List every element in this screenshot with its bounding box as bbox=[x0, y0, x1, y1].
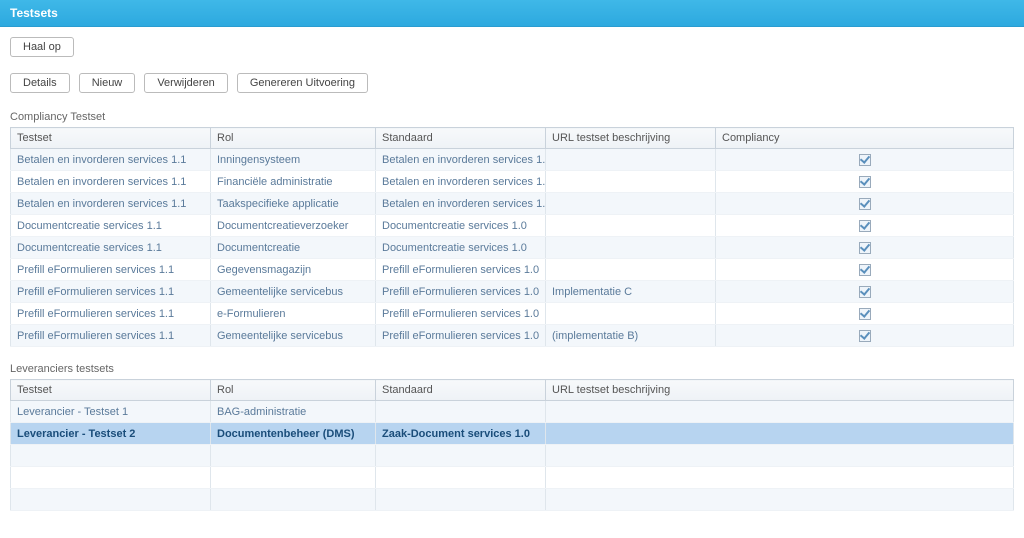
table-row[interactable]: Documentcreatie services 1.1Documentcrea… bbox=[11, 237, 1014, 259]
table-row[interactable]: Prefill eFormulieren services 1.1Gemeent… bbox=[11, 281, 1014, 303]
cell-testset: Betalen en invorderen services 1.1 bbox=[11, 193, 211, 215]
col-header-url[interactable]: URL testset beschrijving bbox=[546, 128, 716, 149]
cell-standaard: Prefill eFormulieren services 1.0 bbox=[376, 259, 546, 281]
compliancy-checkbox[interactable] bbox=[859, 154, 871, 166]
cell-rol: e-Formulieren bbox=[211, 303, 376, 325]
cell-url bbox=[546, 193, 716, 215]
table-row[interactable]: Prefill eFormulieren services 1.1Gemeent… bbox=[11, 325, 1014, 347]
table-row-empty bbox=[11, 445, 1014, 467]
compliancy-checkbox[interactable] bbox=[859, 330, 871, 342]
cell-url bbox=[546, 237, 716, 259]
table-row-empty bbox=[11, 489, 1014, 511]
cell-standaard: Prefill eFormulieren services 1.0 bbox=[376, 325, 546, 347]
cell-standaard: Documentcreatie services 1.0 bbox=[376, 237, 546, 259]
compliancy-checkbox[interactable] bbox=[859, 242, 871, 254]
cell-compliancy bbox=[716, 237, 1014, 259]
cell-standaard: Zaak-Document services 1.0 bbox=[376, 423, 546, 445]
compliancy-checkbox[interactable] bbox=[859, 176, 871, 188]
cell-url: Implementatie C bbox=[546, 281, 716, 303]
page-header: Testsets bbox=[0, 0, 1024, 27]
cell-compliancy bbox=[716, 171, 1014, 193]
table-row[interactable]: Leverancier - Testset 1BAG-administratie bbox=[11, 401, 1014, 423]
cell-compliancy bbox=[716, 149, 1014, 171]
col-header-standaard[interactable]: Standaard bbox=[376, 380, 546, 401]
cell-standaard: Betalen en invorderen services 1.0 bbox=[376, 171, 546, 193]
cell-testset: Betalen en invorderen services 1.1 bbox=[11, 149, 211, 171]
cell-rol: Financiële administratie bbox=[211, 171, 376, 193]
cell-rol: Taakspecifieke applicatie bbox=[211, 193, 376, 215]
cell-testset: Betalen en invorderen services 1.1 bbox=[11, 171, 211, 193]
cell-rol: BAG-administratie bbox=[211, 401, 376, 423]
cell-standaard: Betalen en invorderen services 1.0 bbox=[376, 149, 546, 171]
cell-rol: Gegevensmagazijn bbox=[211, 259, 376, 281]
cell-rol: Gemeentelijke servicebus bbox=[211, 281, 376, 303]
cell-compliancy bbox=[716, 281, 1014, 303]
table-row[interactable]: Betalen en invorderen services 1.1Inning… bbox=[11, 149, 1014, 171]
cell-rol: Documentenbeheer (DMS) bbox=[211, 423, 376, 445]
cell-url bbox=[546, 215, 716, 237]
cell-rol: Documentcreatieverzoeker bbox=[211, 215, 376, 237]
col-header-testset[interactable]: Testset bbox=[11, 380, 211, 401]
cell-url bbox=[546, 171, 716, 193]
cell-testset: Prefill eFormulieren services 1.1 bbox=[11, 303, 211, 325]
page-title: Testsets bbox=[10, 6, 58, 20]
table-row[interactable]: Prefill eFormulieren services 1.1e-Formu… bbox=[11, 303, 1014, 325]
col-header-rol[interactable]: Rol bbox=[211, 128, 376, 149]
cell-standaard: Documentcreatie services 1.0 bbox=[376, 215, 546, 237]
cell-url bbox=[546, 303, 716, 325]
verwijderen-button[interactable]: Verwijderen bbox=[144, 73, 227, 93]
cell-url bbox=[546, 149, 716, 171]
col-header-testset[interactable]: Testset bbox=[11, 128, 211, 149]
table-row[interactable]: Documentcreatie services 1.1Documentcrea… bbox=[11, 215, 1014, 237]
compliancy-section-label: Compliancy Testset bbox=[0, 111, 1024, 127]
col-header-standaard[interactable]: Standaard bbox=[376, 128, 546, 149]
compliancy-checkbox[interactable] bbox=[859, 264, 871, 276]
cell-url bbox=[546, 259, 716, 281]
cell-compliancy bbox=[716, 303, 1014, 325]
cell-compliancy bbox=[716, 325, 1014, 347]
cell-url: (implementatie B) bbox=[546, 325, 716, 347]
cell-testset: Leverancier - Testset 2 bbox=[11, 423, 211, 445]
cell-compliancy bbox=[716, 193, 1014, 215]
cell-compliancy bbox=[716, 215, 1014, 237]
table-row[interactable]: Leverancier - Testset 2Documentenbeheer … bbox=[11, 423, 1014, 445]
genereren-uitvoering-button[interactable]: Genereren Uitvoering bbox=[237, 73, 368, 93]
cell-testset: Prefill eFormulieren services 1.1 bbox=[11, 281, 211, 303]
col-header-compliancy[interactable]: Compliancy bbox=[716, 128, 1014, 149]
leveranciers-grid: Testset Rol Standaard URL testset beschr… bbox=[10, 379, 1014, 511]
table-row[interactable]: Prefill eFormulieren services 1.1Gegeven… bbox=[11, 259, 1014, 281]
compliancy-checkbox[interactable] bbox=[859, 220, 871, 232]
col-header-rol[interactable]: Rol bbox=[211, 380, 376, 401]
table-row-empty bbox=[11, 467, 1014, 489]
cell-testset: Documentcreatie services 1.1 bbox=[11, 237, 211, 259]
compliancy-checkbox[interactable] bbox=[859, 308, 871, 320]
cell-standaard: Prefill eFormulieren services 1.0 bbox=[376, 281, 546, 303]
cell-url bbox=[546, 401, 1014, 423]
cell-standaard bbox=[376, 401, 546, 423]
table-row[interactable]: Betalen en invorderen services 1.1Taaksp… bbox=[11, 193, 1014, 215]
cell-testset: Leverancier - Testset 1 bbox=[11, 401, 211, 423]
cell-rol: Documentcreatie bbox=[211, 237, 376, 259]
cell-testset: Documentcreatie services 1.1 bbox=[11, 215, 211, 237]
cell-standaard: Betalen en invorderen services 1.0 bbox=[376, 193, 546, 215]
compliancy-grid: Testset Rol Standaard URL testset beschr… bbox=[10, 127, 1014, 347]
compliancy-checkbox[interactable] bbox=[859, 198, 871, 210]
cell-rol: Gemeentelijke servicebus bbox=[211, 325, 376, 347]
cell-rol: Inningensysteem bbox=[211, 149, 376, 171]
cell-standaard: Prefill eFormulieren services 1.0 bbox=[376, 303, 546, 325]
compliancy-checkbox[interactable] bbox=[859, 286, 871, 298]
cell-testset: Prefill eFormulieren services 1.1 bbox=[11, 259, 211, 281]
details-button[interactable]: Details bbox=[10, 73, 70, 93]
nieuw-button[interactable]: Nieuw bbox=[79, 73, 136, 93]
table-row[interactable]: Betalen en invorderen services 1.1Financ… bbox=[11, 171, 1014, 193]
leveranciers-section-label: Leveranciers testsets bbox=[0, 363, 1024, 379]
col-header-url[interactable]: URL testset beschrijving bbox=[546, 380, 1014, 401]
cell-testset: Prefill eFormulieren services 1.1 bbox=[11, 325, 211, 347]
cell-compliancy bbox=[716, 259, 1014, 281]
toolbar: Haal op Details Nieuw Verwijderen Genere… bbox=[0, 27, 1024, 111]
cell-url bbox=[546, 423, 1014, 445]
haal-op-button[interactable]: Haal op bbox=[10, 37, 74, 57]
